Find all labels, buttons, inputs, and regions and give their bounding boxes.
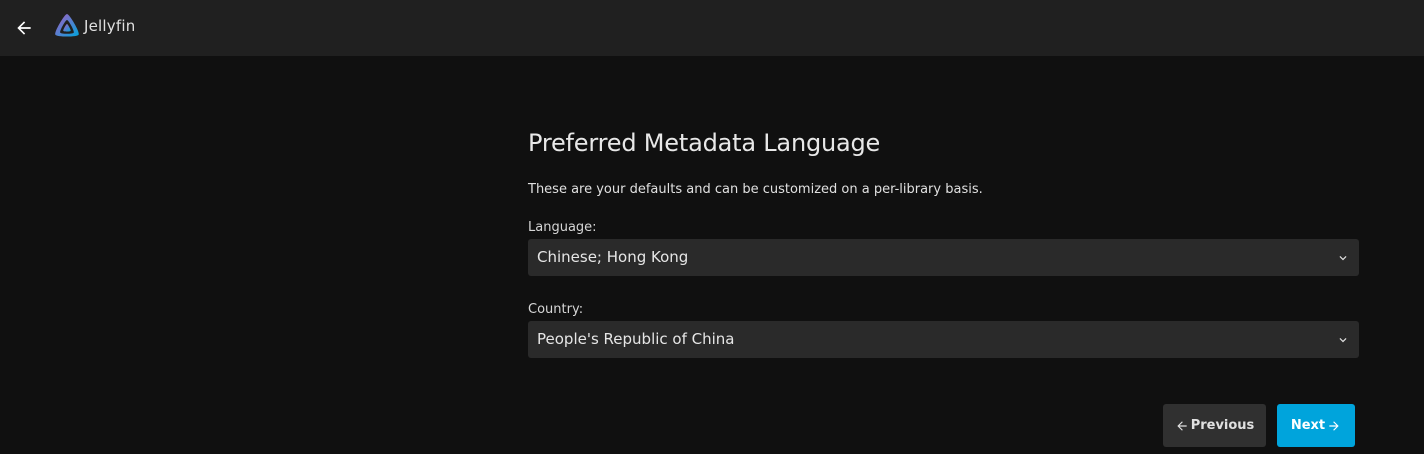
chevron-down-icon — [1339, 338, 1347, 343]
arrow-left-icon — [1177, 420, 1187, 431]
next-button[interactable]: Next — [1277, 404, 1355, 447]
next-label: Next — [1290, 418, 1326, 433]
app-header: Jellyfin — [0, 0, 1424, 56]
arrow-left-icon — [17, 21, 31, 35]
arrow-right-icon — [1329, 420, 1339, 431]
previous-button[interactable]: Previous — [1163, 404, 1266, 447]
jellyfin-logo[interactable] — [52, 12, 82, 42]
app-title: Jellyfin — [84, 17, 136, 35]
back-button[interactable] — [10, 14, 38, 42]
chevron-down-icon — [1339, 256, 1347, 261]
language-value: Chinese; Hong Kong — [537, 248, 689, 266]
page-title: Preferred Metadata Language — [528, 129, 881, 157]
language-label: Language: — [528, 220, 597, 235]
previous-label: Previous — [1190, 418, 1255, 433]
country-label: Country: — [528, 302, 584, 317]
page-description: These are your defaults and can be custo… — [528, 182, 983, 197]
country-value: People's Republic of China — [537, 330, 735, 348]
country-select[interactable]: People's Republic of China — [528, 321, 1359, 358]
language-select[interactable]: Chinese; Hong Kong — [528, 239, 1359, 276]
